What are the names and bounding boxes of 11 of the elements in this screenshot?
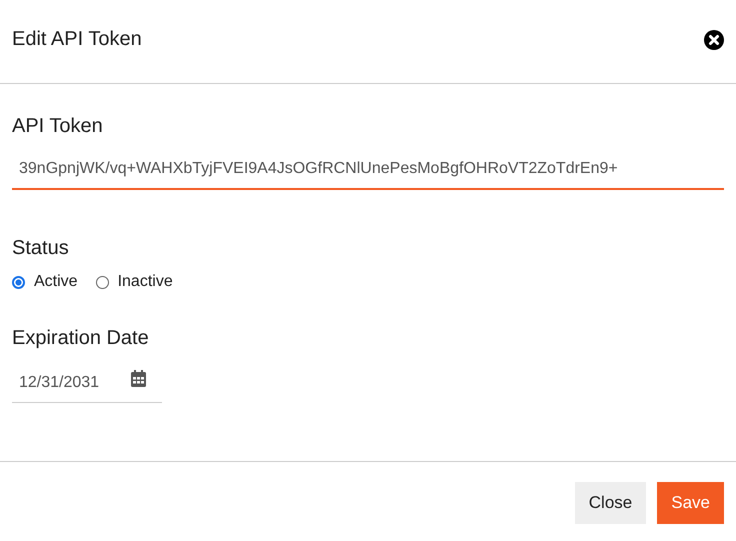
radio-button[interactable] xyxy=(12,276,25,288)
radio-button[interactable] xyxy=(96,276,109,288)
field-label: Status xyxy=(12,236,70,261)
radio-label[interactable]: Inactive xyxy=(118,273,173,291)
calendar-icon[interactable] xyxy=(131,370,146,387)
dialog-title: Edit API Token xyxy=(12,28,142,51)
field-label: Expiration Date xyxy=(12,326,150,351)
close-icon[interactable] xyxy=(704,30,724,50)
close-button[interactable]: Close xyxy=(574,482,646,524)
radio-label[interactable]: Active xyxy=(34,273,78,291)
field-label: API Token xyxy=(12,114,104,139)
